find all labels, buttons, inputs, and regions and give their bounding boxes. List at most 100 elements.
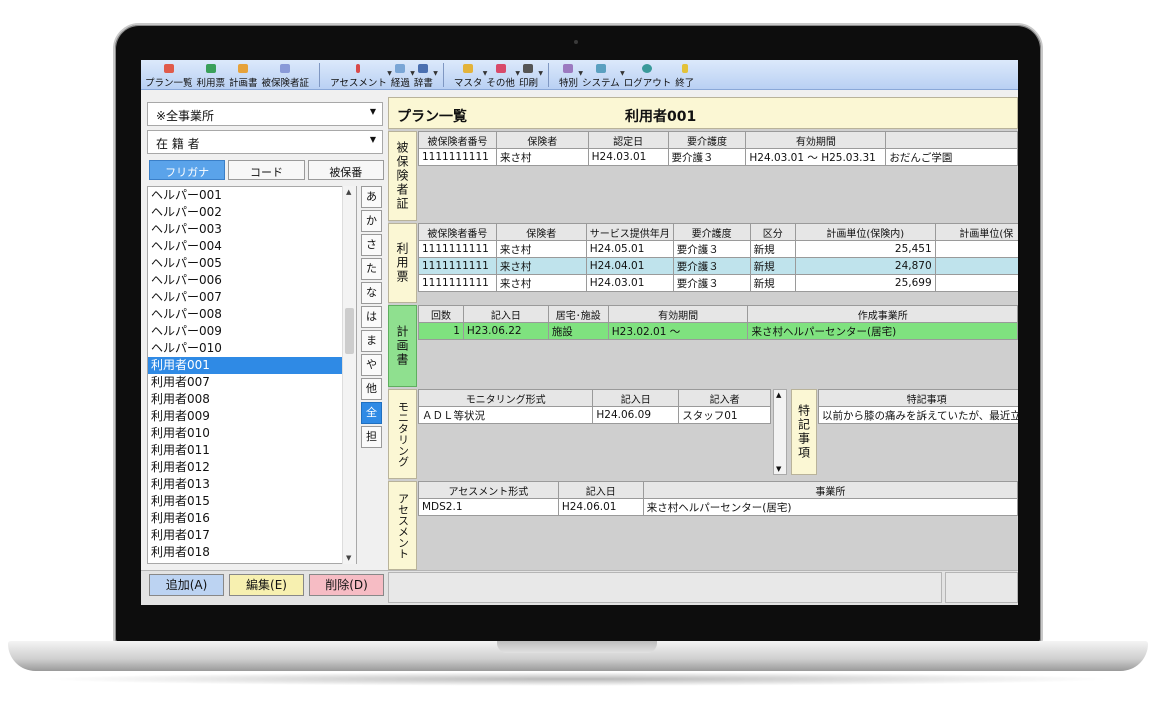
column-header[interactable]: 認定日 [587, 131, 669, 149]
list-item[interactable]: ヘルパー008 [148, 306, 356, 323]
column-header[interactable]: 特記事項 [817, 389, 1018, 407]
column-header[interactable]: 有効期間 [607, 305, 749, 323]
list-item[interactable]: 利用者001 [148, 357, 356, 374]
table-row[interactable]: ＡＤＬ等状況 H24.06.09 スタッフ01 [417, 406, 771, 424]
column-header[interactable]: 居宅･施設 [547, 305, 609, 323]
list-item[interactable]: ヘルパー009 [148, 323, 356, 340]
system-button[interactable]: システム ▼ [580, 61, 625, 89]
list-item[interactable]: 利用者007 [148, 374, 356, 391]
table-row[interactable]: 1111111111 来さ村 H24.03.01 要介護３ H24.03.01 ～ H2… [418, 148, 1018, 166]
table-row[interactable]: 1111111111 来さ村 H24.04.01 要介護３ 新規 24,870 [418, 257, 1018, 275]
user-list-scrollbar[interactable]: ▲ ▼ [342, 186, 356, 564]
column-header[interactable]: 保険者 [495, 131, 589, 149]
table-row[interactable]: 以前から膝の痛みを訴えていたが、最近立ちH24 [817, 406, 1018, 424]
list-item[interactable]: 利用者015 [148, 493, 356, 510]
care-plan-table[interactable]: 回数 記入日 居宅･施設 有効期間 作成事業所 1 H23.06.22 施設 H23.02.01… [418, 305, 1018, 340]
scroll-thumb[interactable] [345, 308, 354, 354]
column-header[interactable]: 計画単位(保険内) [794, 223, 936, 241]
list-item[interactable]: 利用者017 [148, 527, 356, 544]
status-select[interactable]: 在 籍 者 ▼ [147, 130, 383, 154]
monitoring-table[interactable]: モニタリング形式 記入日 記入者 ＡＤＬ等状況 H24.06.09 スタッフ01 [417, 389, 771, 424]
column-header[interactable]: 要介護度 [667, 131, 747, 149]
master-button[interactable]: マスタ ▼ [452, 61, 487, 89]
list-item[interactable]: ヘルパー006 [148, 272, 356, 289]
notes-table[interactable]: 特記事項以前から膝の痛みを訴えていたが、最近立ちH24 [817, 389, 1018, 424]
table-row[interactable]: 1111111111 来さ村 H24.05.01 要介護３ 新規 25,451 [418, 240, 1018, 258]
insured-card-button[interactable]: 被保険者証 [260, 61, 312, 89]
exit-button[interactable]: 終了 [673, 61, 696, 89]
column-header[interactable]: 被保険者番号 [418, 131, 497, 149]
column-header[interactable]: 保険者 [495, 223, 587, 241]
column-header[interactable]: アセスメント形式 [418, 481, 559, 499]
list-item[interactable]: ヘルパー002 [148, 204, 356, 221]
scroll-up-icon[interactable]: ▲ [346, 188, 351, 196]
tab-furigana[interactable]: フリガナ [149, 160, 226, 180]
add-button[interactable]: 追加(A) [149, 574, 224, 596]
kana-button[interactable]: は [361, 306, 382, 328]
kana-button[interactable]: あ [361, 186, 382, 208]
list-item[interactable]: 利用者016 [148, 510, 356, 527]
column-header[interactable]: 回数 [418, 305, 464, 323]
table-row[interactable]: MDS2.1 H24.06.01 来さ村ヘルパーセンター(居宅) [418, 498, 1018, 516]
list-item[interactable]: 利用者018 [148, 544, 356, 561]
list-item[interactable]: 利用者008 [148, 391, 356, 408]
insured-table[interactable]: 被保険者番号 保険者 認定日 要介護度 有効期間 1111111111 来さ村 H24.03.… [418, 131, 1018, 166]
user-list[interactable]: ヘルパー001 ヘルパー002 ヘルパー003 ヘルパー004 ヘルパー005 ヘルパー0… [147, 186, 357, 564]
usage-table[interactable]: 被保険者番号 保険者 サービス提供年月 要介護度 区分 計画単位(保険内) 計画単位(保 11… [418, 223, 1018, 292]
column-header[interactable]: 記入者 [678, 389, 771, 407]
list-item[interactable]: ヘルパー001 [148, 187, 356, 204]
kana-button[interactable]: か [361, 210, 382, 232]
column-header[interactable]: 計画単位(保 [934, 223, 1018, 241]
column-header[interactable]: 被保険者番号 [418, 223, 497, 241]
column-header[interactable] [885, 131, 1018, 149]
table-row[interactable]: 1 H23.06.22 施設 H23.02.01 ～来さ村ヘルパーセンター(居宅) [418, 322, 1018, 340]
other-button[interactable]: その他 ▼ [484, 61, 520, 89]
progress-button[interactable]: 経過 ▼ [389, 61, 415, 89]
list-item[interactable]: ヘルパー003 [148, 221, 356, 238]
column-header[interactable]: 有効期間 [745, 131, 887, 149]
kana-button[interactable]: ま [361, 330, 382, 352]
kana-button[interactable]: さ [361, 234, 382, 256]
column-header[interactable]: サービス提供年月 [585, 223, 674, 241]
column-header[interactable]: 記入日 [462, 305, 549, 323]
kana-button[interactable]: 全 [361, 402, 382, 424]
scroll-down-icon[interactable]: ▼ [346, 554, 351, 562]
list-item[interactable]: ヘルパー010 [148, 340, 356, 357]
kana-button[interactable]: や [361, 354, 382, 376]
column-header[interactable]: モニタリング形式 [417, 389, 594, 407]
column-header[interactable]: 事業所 [642, 481, 1018, 499]
scroll-down-icon[interactable]: ▼ [776, 465, 781, 473]
column-header[interactable]: 区分 [749, 223, 796, 241]
office-select[interactable]: ※全事業所 ▼ [147, 102, 383, 126]
kana-button[interactable]: 他 [361, 378, 382, 400]
list-item[interactable]: 利用者010 [148, 425, 356, 442]
logout-button[interactable]: ログアウト [622, 61, 674, 89]
column-header[interactable]: 作成事業所 [747, 305, 1018, 323]
list-item[interactable]: ヘルパー007 [148, 289, 356, 306]
edit-button[interactable]: 編集(E) [229, 574, 304, 596]
tab-insured-number[interactable]: 被保番 [307, 160, 384, 180]
tab-code[interactable]: コード [228, 160, 305, 180]
dictionary-button[interactable]: 辞書 ▼ [412, 61, 438, 89]
scroll-up-icon[interactable]: ▲ [776, 391, 781, 399]
column-header[interactable]: 記入日 [557, 481, 644, 499]
kana-button[interactable]: た [361, 258, 382, 280]
kana-button[interactable]: 担 [361, 426, 382, 448]
plan-list-button[interactable]: プラン一覧 [143, 61, 195, 89]
column-header[interactable]: 記入日 [592, 389, 680, 407]
monitoring-scrollbar[interactable]: ▲ ▼ [773, 389, 787, 475]
assessment-table[interactable]: アセスメント形式 記入日 事業所 MDS2.1 H24.06.01 来さ村ヘルパーセンター… [418, 481, 1018, 516]
usage-button[interactable]: 利用票 [195, 61, 228, 89]
list-item[interactable]: 利用者013 [148, 476, 356, 493]
print-button[interactable]: 印刷 ▼ [517, 61, 543, 89]
delete-button[interactable]: 削除(D) [309, 574, 384, 596]
list-item[interactable]: ヘルパー005 [148, 255, 356, 272]
assessment-button[interactable]: アセスメント ▼ [328, 61, 392, 89]
column-header[interactable]: 要介護度 [672, 223, 751, 241]
table-row[interactable]: 1111111111 来さ村 H24.03.01 要介護３ 新規 25,699 [418, 274, 1018, 292]
list-item[interactable]: 利用者011 [148, 442, 356, 459]
kana-button[interactable]: な [361, 282, 382, 304]
care-plan-button[interactable]: 計画書 [227, 61, 260, 89]
special-button[interactable]: 特別 ▼ [557, 61, 583, 89]
list-item[interactable]: 利用者012 [148, 459, 356, 476]
